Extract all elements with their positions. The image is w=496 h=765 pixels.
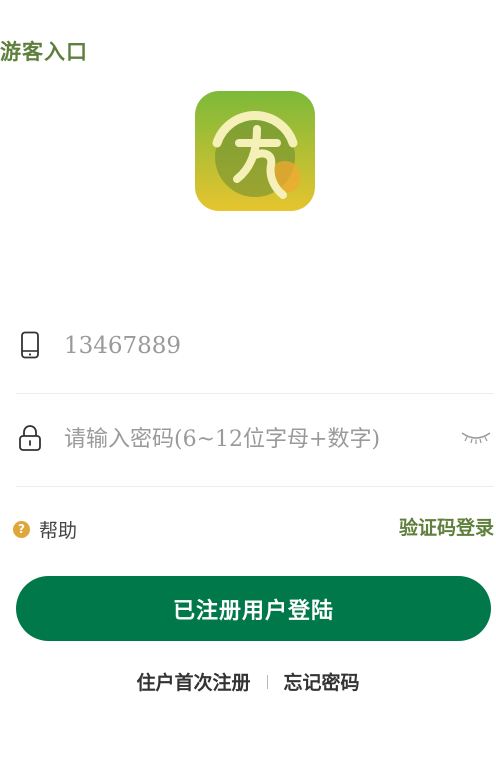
sms-code-login-link[interactable]: 验证码登录 [399,513,494,540]
password-input[interactable] [64,417,454,461]
mobile-phone-icon [21,331,39,359]
login-button[interactable]: 已注册用户登陆 [16,576,491,641]
phone-row [16,300,494,394]
help-label: 帮助 [39,520,78,542]
forgot-password-link[interactable]: 忘记密码 [284,668,360,695]
guest-entry-link[interactable]: 游客入口 [0,36,88,66]
phone-input[interactable] [64,324,444,368]
first-register-link[interactable]: 住户首次注册 [136,668,250,695]
lock-icon [19,425,41,451]
app-logo-icon [195,91,315,211]
help-link[interactable]: ? 帮助 [13,516,77,543]
eye-closed-icon[interactable] [460,429,492,445]
password-row [16,393,494,487]
link-divider [266,674,268,689]
bottom-links: 住户首次注册 忘记密码 [0,668,496,695]
question-icon: ? [13,521,30,538]
